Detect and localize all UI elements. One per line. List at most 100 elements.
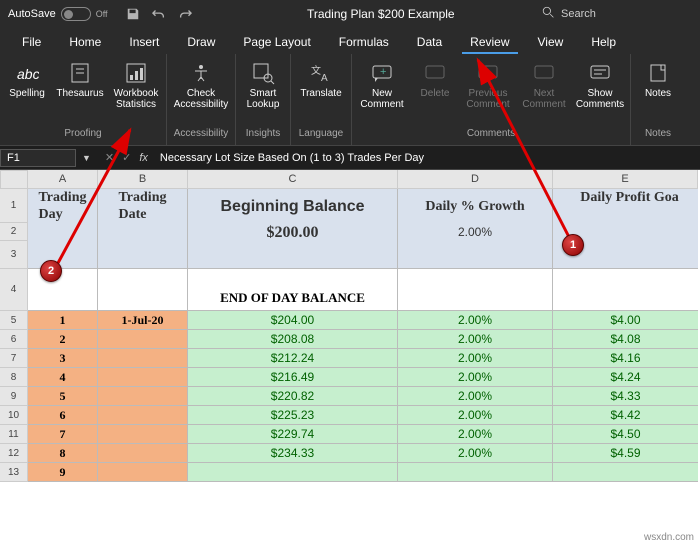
- row-header[interactable]: 13: [0, 463, 28, 482]
- tab-view[interactable]: View: [524, 30, 578, 54]
- cell[interactable]: [28, 241, 98, 269]
- cell[interactable]: 1-Jul-20: [98, 311, 188, 330]
- cell[interactable]: $229.74: [188, 425, 398, 444]
- cell[interactable]: Daily % Growth: [398, 189, 553, 223]
- translate-button[interactable]: 文ATranslate: [297, 60, 345, 99]
- col-header-E[interactable]: E: [553, 170, 698, 189]
- cell[interactable]: [98, 463, 188, 482]
- cell[interactable]: 4: [28, 368, 98, 387]
- show-comments-button[interactable]: Show Comments: [576, 60, 624, 110]
- save-icon[interactable]: [126, 7, 140, 21]
- tab-file[interactable]: File: [8, 30, 55, 54]
- tab-page-layout[interactable]: Page Layout: [229, 30, 324, 54]
- cell[interactable]: 2.00%: [398, 425, 553, 444]
- col-header-D[interactable]: D: [398, 170, 553, 189]
- cell[interactable]: Trading Date: [98, 189, 188, 223]
- spreadsheet-grid[interactable]: A B C D E 1 Trading Day Trading Date Beg…: [0, 170, 700, 482]
- row-header[interactable]: 11: [0, 425, 28, 444]
- formula-bar[interactable]: Necessary Lot Size Based On (1 to 3) Tra…: [154, 150, 700, 166]
- col-header-B[interactable]: B: [98, 170, 188, 189]
- cell[interactable]: [28, 223, 98, 241]
- cell[interactable]: [98, 269, 188, 311]
- cell[interactable]: [98, 349, 188, 368]
- cell[interactable]: Beginning Balance: [188, 189, 398, 223]
- cell[interactable]: [98, 223, 188, 241]
- cell[interactable]: 2.00%: [398, 311, 553, 330]
- cell[interactable]: [98, 387, 188, 406]
- cell[interactable]: 7: [28, 425, 98, 444]
- cell[interactable]: $220.82: [188, 387, 398, 406]
- cell[interactable]: 5: [28, 387, 98, 406]
- col-header-C[interactable]: C: [188, 170, 398, 189]
- cell[interactable]: 6: [28, 406, 98, 425]
- row-header[interactable]: 5: [0, 311, 28, 330]
- row-header[interactable]: 3: [0, 241, 28, 269]
- cell[interactable]: 2: [28, 330, 98, 349]
- cell[interactable]: 1: [28, 311, 98, 330]
- cell[interactable]: [98, 368, 188, 387]
- row-header[interactable]: 2: [0, 223, 28, 241]
- cell[interactable]: $216.49: [188, 368, 398, 387]
- cell[interactable]: [398, 269, 553, 311]
- cell[interactable]: $200.00: [188, 223, 398, 241]
- cell[interactable]: 2.00%: [398, 330, 553, 349]
- cell[interactable]: [553, 269, 698, 311]
- cell[interactable]: $208.08: [188, 330, 398, 349]
- cell[interactable]: [98, 241, 188, 269]
- row-header[interactable]: 4: [0, 269, 28, 311]
- tab-home[interactable]: Home: [55, 30, 115, 54]
- toggle-switch[interactable]: [61, 7, 91, 21]
- namebox-dropdown-icon[interactable]: ▼: [76, 153, 97, 163]
- cell[interactable]: $4.50: [553, 425, 698, 444]
- cell[interactable]: 2.00%: [398, 387, 553, 406]
- cell[interactable]: [98, 444, 188, 463]
- redo-icon[interactable]: [178, 7, 192, 21]
- spelling-button[interactable]: abcSpelling: [6, 60, 48, 99]
- row-header[interactable]: 10: [0, 406, 28, 425]
- cell[interactable]: $4.24: [553, 368, 698, 387]
- cell[interactable]: 2.00%: [398, 368, 553, 387]
- cell[interactable]: 8: [28, 444, 98, 463]
- row-header[interactable]: 9: [0, 387, 28, 406]
- cell[interactable]: [398, 241, 553, 269]
- cell[interactable]: [98, 330, 188, 349]
- cell[interactable]: 2.00%: [398, 406, 553, 425]
- fx-icon[interactable]: fx: [139, 152, 154, 164]
- row-header[interactable]: 8: [0, 368, 28, 387]
- workbook-statistics-button[interactable]: Workbook Statistics: [112, 60, 160, 110]
- smart-lookup-button[interactable]: Smart Lookup: [242, 60, 284, 110]
- select-all-corner[interactable]: [0, 170, 28, 189]
- row-header[interactable]: 1: [0, 189, 28, 223]
- cell[interactable]: [28, 269, 98, 311]
- row-header[interactable]: 12: [0, 444, 28, 463]
- cell[interactable]: $212.24: [188, 349, 398, 368]
- search-box[interactable]: Search: [530, 6, 700, 22]
- cell[interactable]: [188, 241, 398, 269]
- tab-insert[interactable]: Insert: [115, 30, 173, 54]
- cell[interactable]: $4.00: [553, 311, 698, 330]
- check-accessibility-button[interactable]: Check Accessibility: [173, 60, 229, 110]
- tab-help[interactable]: Help: [577, 30, 630, 54]
- col-header-A[interactable]: A: [28, 170, 98, 189]
- cell[interactable]: $225.23: [188, 406, 398, 425]
- autosave-toggle[interactable]: AutoSave Off: [0, 7, 116, 21]
- cell[interactable]: $4.08: [553, 330, 698, 349]
- cell[interactable]: $204.00: [188, 311, 398, 330]
- new-comment-button[interactable]: +New Comment: [358, 60, 406, 110]
- cell[interactable]: 9: [28, 463, 98, 482]
- cell[interactable]: $4.59: [553, 444, 698, 463]
- tab-formulas[interactable]: Formulas: [325, 30, 403, 54]
- cell[interactable]: 3: [28, 349, 98, 368]
- cell[interactable]: Trading Day: [28, 189, 98, 223]
- cell[interactable]: END OF DAY BALANCE: [188, 269, 398, 311]
- cell[interactable]: Daily Profit Goa: [553, 189, 698, 223]
- row-header[interactable]: 7: [0, 349, 28, 368]
- notes-button[interactable]: Notes: [637, 60, 679, 99]
- name-box[interactable]: F1: [0, 149, 76, 167]
- cell[interactable]: 2.00%: [398, 349, 553, 368]
- cell[interactable]: 2.00%: [398, 223, 553, 241]
- cell[interactable]: $4.42: [553, 406, 698, 425]
- undo-icon[interactable]: [152, 7, 166, 21]
- cell[interactable]: [188, 463, 398, 482]
- cell[interactable]: $234.33: [188, 444, 398, 463]
